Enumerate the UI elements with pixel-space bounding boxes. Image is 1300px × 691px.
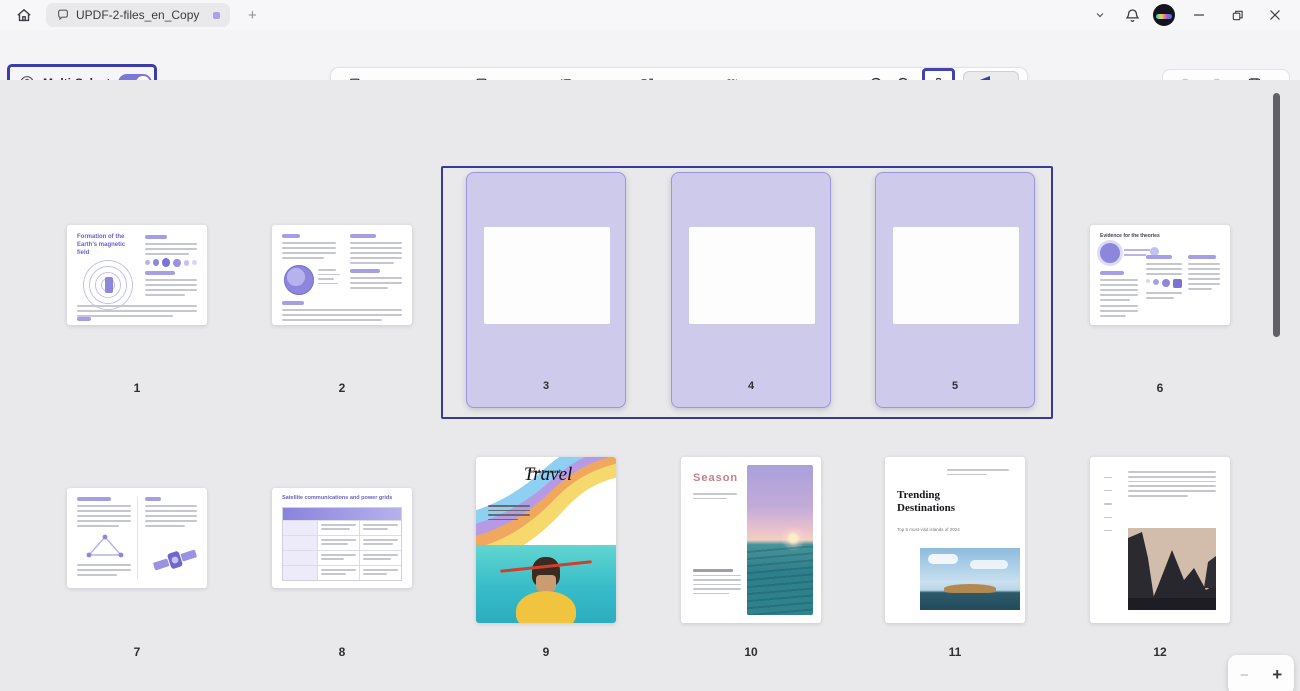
page-thumbnail-9[interactable]: Travel Trend Research bbox=[476, 457, 616, 623]
minimize-button[interactable] bbox=[1182, 1, 1216, 29]
season-title: Season bbox=[693, 471, 738, 485]
sun-diagram bbox=[1100, 243, 1120, 263]
travel-title: Travel bbox=[492, 463, 604, 488]
notifications-button[interactable] bbox=[1118, 2, 1146, 28]
sunset-photo bbox=[747, 465, 813, 615]
close-window-button[interactable] bbox=[1258, 1, 1292, 29]
close-icon bbox=[1269, 9, 1281, 21]
page-number: 3 bbox=[467, 380, 625, 392]
page-number: 9 bbox=[476, 645, 616, 659]
page-number: 10 bbox=[681, 645, 821, 659]
updf-logo-icon bbox=[56, 8, 70, 22]
trending-subtitle: Top 5 must-visit islands of 2024 bbox=[897, 527, 987, 533]
page-content-preview bbox=[689, 227, 815, 324]
page-thumbnail-5-selected[interactable]: 5 bbox=[875, 172, 1035, 408]
tab-title: UPDF-2-files_en_Copy bbox=[76, 8, 199, 22]
triangle-diagram bbox=[83, 534, 127, 560]
rock-photo bbox=[1128, 528, 1216, 610]
page-number: 12 bbox=[1090, 645, 1230, 659]
satellite-illustration bbox=[151, 540, 199, 580]
page-thumbnail-6[interactable]: Evidence for the theories bbox=[1090, 225, 1230, 325]
page-content-preview bbox=[893, 227, 1019, 324]
titlebar: UPDF-2-files_en_Copy + bbox=[0, 0, 1300, 30]
home-icon bbox=[15, 6, 33, 24]
chevron-down-icon bbox=[1096, 12, 1104, 18]
page-thumbnail-2[interactable] bbox=[272, 225, 412, 325]
page6-title: Evidence for the theories bbox=[1100, 233, 1190, 240]
page-thumbnail-1[interactable]: Formation of the Earth's magnetic field bbox=[67, 225, 207, 325]
trending-title: Trending Destinations bbox=[897, 489, 997, 515]
account-avatar[interactable] bbox=[1150, 2, 1178, 28]
toolbar-row: Multi-Select Select Pages Insert Ex bbox=[0, 30, 1300, 80]
bell-icon bbox=[1124, 7, 1141, 24]
page-thumbnail-10[interactable]: Season bbox=[681, 457, 821, 623]
travel-subtitle: Trend Research bbox=[528, 469, 562, 475]
unsaved-indicator bbox=[213, 12, 220, 19]
document-tab[interactable]: UPDF-2-files_en_Copy bbox=[46, 3, 230, 27]
zoom-out-button[interactable]: − bbox=[1240, 667, 1249, 684]
page-thumbnail-12[interactable] bbox=[1090, 457, 1230, 623]
page-number: 11 bbox=[885, 645, 1025, 659]
page-number: 6 bbox=[1090, 381, 1230, 395]
titlebar-dropdown-button[interactable] bbox=[1086, 2, 1114, 28]
page-content-preview bbox=[484, 227, 610, 324]
page-thumbnail-7[interactable] bbox=[67, 488, 207, 588]
page-thumbnail-8[interactable]: Satellite communications and power grids bbox=[272, 488, 412, 588]
zoom-in-button[interactable]: + bbox=[1272, 665, 1282, 685]
page1-title: Formation of the Earth's magnetic field bbox=[77, 234, 131, 257]
sphere-diagram bbox=[284, 265, 314, 295]
page-thumbnail-3-selected[interactable]: 3 bbox=[466, 172, 626, 408]
page-number: 8 bbox=[272, 645, 412, 659]
table-mock bbox=[282, 507, 402, 581]
page-thumbnail-11[interactable]: Trending Destinations Top 5 must-visit i… bbox=[885, 457, 1025, 623]
avatar bbox=[1153, 4, 1175, 26]
page-number: 5 bbox=[876, 380, 1034, 392]
page-number: 7 bbox=[67, 645, 207, 659]
vertical-scrollbar-thumb[interactable] bbox=[1273, 93, 1280, 337]
page-number: 2 bbox=[272, 381, 412, 395]
island-photo bbox=[920, 548, 1020, 610]
restore-icon bbox=[1231, 9, 1244, 22]
minimize-icon bbox=[1193, 9, 1205, 21]
restore-button[interactable] bbox=[1220, 1, 1254, 29]
new-tab-button[interactable]: + bbox=[242, 7, 262, 24]
page-thumbnails-canvas: Formation of the Earth's magnetic field … bbox=[0, 80, 1300, 691]
page-number: 4 bbox=[672, 380, 830, 392]
page-thumbnail-4-selected[interactable]: 4 bbox=[671, 172, 831, 408]
thumbnail-zoom-control: − + bbox=[1228, 655, 1294, 691]
page8-title: Satellite communications and power grids bbox=[282, 495, 406, 502]
home-button[interactable] bbox=[10, 3, 38, 27]
page-number: 1 bbox=[67, 381, 207, 395]
sea-photo bbox=[476, 545, 616, 623]
